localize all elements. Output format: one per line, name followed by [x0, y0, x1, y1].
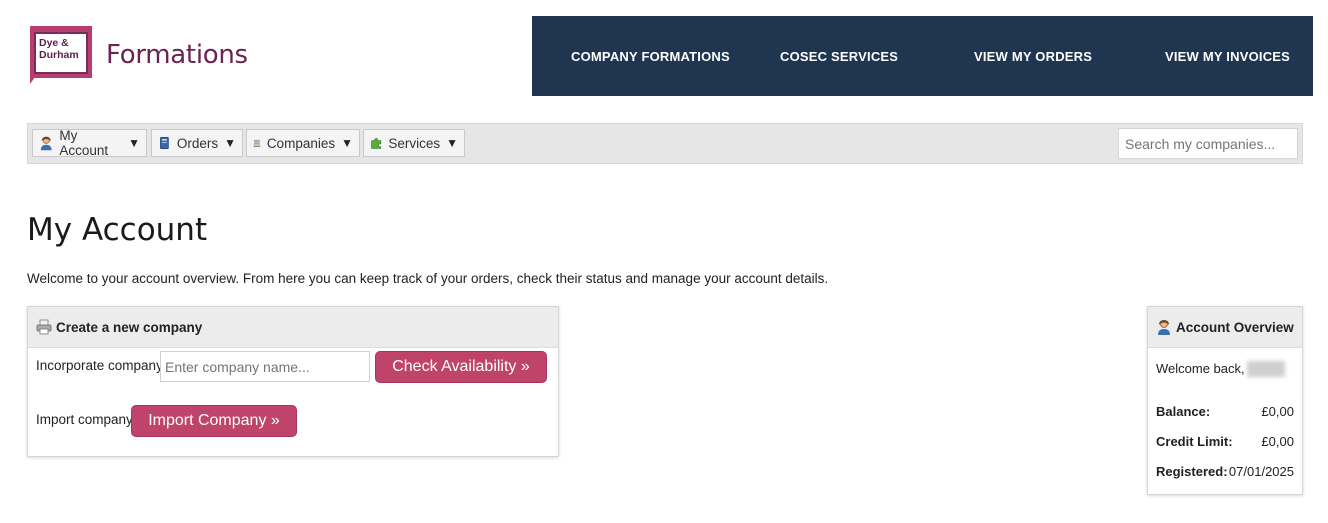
building-icon [253, 139, 261, 147]
account-overview-panel-header: Account Overview [1148, 307, 1302, 348]
brand-name: Formations [106, 40, 248, 70]
registered-value: 07/01/2025 [1228, 464, 1294, 479]
toolbar-services-label: Services [388, 135, 441, 151]
credit-limit-value: £0,00 [1261, 434, 1294, 449]
page-intro: Welcome to your account overview. From h… [27, 271, 829, 286]
logo-mark-text-2: Durham [39, 49, 79, 61]
chevron-down-icon: ▼ [128, 136, 140, 150]
balance-label: Balance: [1156, 404, 1211, 419]
credit-limit-row: Credit Limit: £0,00 [1156, 434, 1294, 449]
chevron-down-icon: ▼ [341, 136, 353, 150]
welcome-row: Welcome back, [1156, 361, 1294, 377]
logo-mark-text-1: Dye & [39, 37, 69, 49]
account-overview-heading: Account Overview [1176, 319, 1294, 335]
toolbar-my-account-button[interactable]: My Account ▼ [32, 128, 147, 158]
toolbar-companies-button[interactable]: Companies ▼ [246, 129, 360, 157]
import-company-label: Import company: [36, 412, 137, 427]
dye-durham-logo-mark: Dye & Durham [30, 26, 92, 84]
chevron-down-icon: ▼ [224, 136, 236, 150]
toolbar-orders-button[interactable]: Orders ▼ [151, 129, 243, 157]
company-name-input[interactable] [160, 351, 370, 382]
toolbar-services-button[interactable]: Services ▼ [363, 129, 465, 157]
welcome-text: Welcome back, [1156, 361, 1245, 376]
balance-row: Balance: £0,00 [1156, 404, 1294, 419]
registered-label: Registered: [1156, 464, 1228, 479]
incorporate-company-label: Incorporate company: [36, 358, 167, 373]
toolbar-companies-label: Companies [266, 135, 336, 151]
toolbar-my-account-label: My Account [59, 128, 109, 158]
nav-cosec-services[interactable]: COSEC SERVICES [780, 49, 898, 64]
printer-icon [36, 319, 52, 335]
top-navigation: COMPANY FORMATIONS COSEC SERVICES VIEW M… [532, 16, 1313, 96]
create-company-heading: Create a new company [56, 319, 203, 335]
puzzle-icon [371, 138, 382, 149]
book-icon [160, 137, 169, 149]
credit-limit-label: Credit Limit: [1156, 434, 1233, 449]
brand-logo[interactable]: Dye & Durham Formations [30, 26, 248, 84]
balance-value: £0,00 [1261, 404, 1294, 419]
create-company-panel-header: Create a new company [28, 307, 558, 348]
user-icon [40, 136, 52, 151]
account-overview-panel: Account Overview Welcome back, Balance: … [1147, 306, 1303, 495]
nav-view-my-orders[interactable]: VIEW MY ORDERS [974, 49, 1092, 64]
create-company-panel: Create a new company Incorporate company… [27, 306, 559, 457]
nav-view-my-invoices[interactable]: VIEW MY INVOICES [1165, 49, 1290, 64]
user-icon [1158, 320, 1170, 335]
account-toolbar: My Account ▼ Orders ▼ Companies ▼ Servic… [27, 123, 1303, 164]
check-availability-button[interactable]: Check Availability » [375, 351, 547, 383]
chevron-down-icon: ▼ [446, 136, 458, 150]
registered-row: Registered: 07/01/2025 [1156, 464, 1294, 479]
nav-company-formations[interactable]: COMPANY FORMATIONS [571, 49, 730, 64]
redacted-username [1246, 361, 1285, 377]
toolbar-orders-label: Orders [176, 135, 219, 151]
page-title: My Account [27, 212, 208, 248]
import-company-button[interactable]: Import Company » [131, 405, 297, 437]
search-companies-input[interactable] [1118, 128, 1298, 159]
